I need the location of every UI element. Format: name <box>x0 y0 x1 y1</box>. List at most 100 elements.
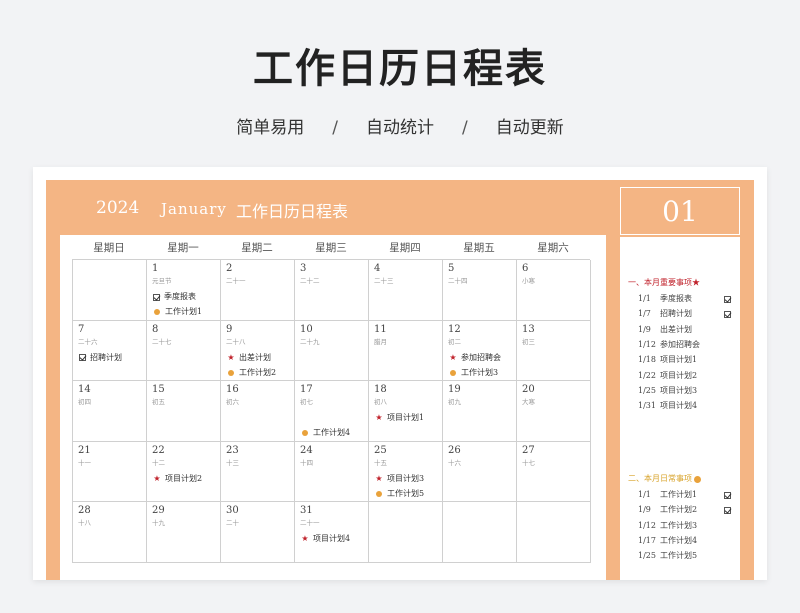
task-item[interactable]: 1/7 招聘计划 <box>638 308 738 320</box>
calendar-day[interactable]: 11 腊月 <box>369 320 443 381</box>
weekday-label: 星期日 <box>93 242 125 254</box>
day-number: 16 <box>226 384 239 395</box>
calendar-day[interactable]: 16 初六 <box>221 381 295 442</box>
calendar-day[interactable] <box>443 502 517 563</box>
calendar-day[interactable]: 6 小寒 <box>517 260 591 321</box>
calendar-day[interactable]: 27 十七 <box>517 441 591 502</box>
calendar-event[interactable]: ★ 项目计划4 <box>300 532 350 546</box>
subtitle-separator: / <box>332 118 338 138</box>
task-item[interactable]: 1/25 项目计划3 <box>638 385 738 397</box>
calendar-day[interactable]: 26 十六 <box>443 441 517 502</box>
calendar-day[interactable]: 3 二十二 <box>295 260 369 321</box>
calendar-event[interactable]: 招聘计划 <box>78 351 122 365</box>
task-item[interactable]: 1/12 参加招聘会 <box>638 339 738 351</box>
checkbox-icon <box>153 293 160 301</box>
calendar-event[interactable]: 季度报表 <box>152 290 196 304</box>
checkbox-icon[interactable] <box>724 492 731 499</box>
calendar-day[interactable]: 24 十四 <box>295 441 369 502</box>
day-number: 19 <box>448 384 461 395</box>
calendar-day[interactable]: 31 二十一 ★ 项目计划4 <box>295 502 369 563</box>
calendar-event[interactable]: ★ 项目计划2 <box>152 472 202 486</box>
calendar-event[interactable]: 工作计划5 <box>374 487 424 501</box>
calendar-day[interactable]: 2 二十一 <box>221 260 295 321</box>
calendar-event[interactable]: 工作计划2 <box>226 366 276 380</box>
star-icon: ★ <box>449 352 457 362</box>
calendar-event[interactable]: ★ 项目计划1 <box>374 411 424 425</box>
calendar-day[interactable]: 12 初二 ★ 参加招聘会 工作计划3 <box>443 320 517 381</box>
calendar-day[interactable]: 13 初三 <box>517 320 591 381</box>
calendar-day[interactable]: 18 初八 ★ 项目计划1 <box>369 381 443 442</box>
calendar-day[interactable]: 15 初五 <box>147 381 221 442</box>
task-date: 1/22 <box>638 370 656 380</box>
calendar-year: 2024 <box>96 198 140 218</box>
calendar-day[interactable] <box>369 502 443 563</box>
calendar-day[interactable]: 9 二十八 ★ 出差计划 工作计划2 <box>221 320 295 381</box>
calendar-event[interactable]: ★ 参加招聘会 <box>448 351 501 365</box>
calendar-day[interactable]: 23 十三 <box>221 441 295 502</box>
lunar-date: 二十二 <box>300 277 320 285</box>
lunar-date: 初六 <box>226 398 239 406</box>
task-item[interactable]: 1/1 工作计划1 <box>638 489 738 501</box>
weekday-label: 星期四 <box>389 242 421 254</box>
lunar-date: 二十七 <box>152 337 172 346</box>
calendar-day[interactable]: 10 二十九 <box>295 320 369 381</box>
calendar-day[interactable]: 14 初四 <box>73 381 147 442</box>
calendar-day[interactable]: 8 二十七 <box>147 320 221 381</box>
task-date: 1/31 <box>638 401 656 411</box>
calendar-day[interactable]: 30 二十 <box>221 502 295 563</box>
checkbox-icon[interactable] <box>724 296 731 303</box>
calendar-day[interactable]: 1 元旦节 季度报表 工作计划1 <box>147 260 221 321</box>
calendar-day[interactable] <box>73 260 147 321</box>
calendar-day[interactable]: 21 十一 <box>73 441 147 502</box>
calendar-day[interactable]: 22 十二 ★ 项目计划2 <box>147 441 221 502</box>
calendar-day[interactable]: 28 十八 <box>73 502 147 563</box>
event-label: 参加招聘会 <box>461 352 501 362</box>
star-icon: ★ <box>375 413 383 422</box>
day-number: 20 <box>522 384 535 395</box>
task-date: 1/1 <box>638 294 651 303</box>
task-item[interactable]: 1/18 项目计划1 <box>638 354 738 366</box>
calendar-day[interactable]: 4 二十三 <box>369 260 443 321</box>
event-label: 招聘计划 <box>90 352 122 362</box>
task-item[interactable]: 1/25 工作计划5 <box>638 550 738 562</box>
month-number: 01 <box>620 187 740 235</box>
task-item[interactable]: 1/9 工作计划2 <box>638 504 738 516</box>
star-icon: ★ <box>227 352 235 362</box>
day-number: 3 <box>300 263 307 274</box>
calendar-event[interactable]: 工作计划3 <box>448 366 498 380</box>
task-item[interactable]: 1/1 季度报表 <box>638 293 738 305</box>
calendar-day[interactable] <box>517 502 591 563</box>
daily-title: 二、本月日常事项 <box>628 473 701 485</box>
lunar-date: 十五 <box>374 458 387 467</box>
calendar-event[interactable]: 工作计划4 <box>300 426 350 440</box>
lunar-date: 二十九 <box>300 337 320 346</box>
calendar-event[interactable]: ★ 出差计划 <box>226 351 271 365</box>
calendar-day[interactable]: 7 二十六 招聘计划 <box>73 320 147 381</box>
checkbox-icon[interactable] <box>724 507 731 515</box>
day-number: 17 <box>300 384 313 395</box>
weekday-label: 星期一 <box>167 242 199 254</box>
day-number: 26 <box>448 444 461 456</box>
task-item[interactable]: 1/12 工作计划3 <box>638 520 738 532</box>
task-item[interactable]: 1/9 出差计划 <box>638 324 738 336</box>
calendar-day[interactable]: 20 大寒 <box>517 381 591 442</box>
calendar-day[interactable]: 17 初七 工作计划4 <box>295 381 369 442</box>
side-panel: 01 一、本月重要事项★ 二、本月日常事项 1/1 季度报表 1/7 招聘计划 1/9 出… <box>620 187 740 580</box>
day-number: 25 <box>374 444 387 456</box>
calendar-month: January <box>161 200 227 218</box>
calendar-day[interactable]: 29 十九 <box>147 502 221 563</box>
task-label: 季度报表 <box>660 294 692 303</box>
checkbox-icon[interactable] <box>724 311 731 319</box>
task-date: 1/25 <box>638 385 656 395</box>
calendar-day[interactable]: 19 初九 <box>443 381 517 442</box>
calendar-day[interactable]: 5 二十四 <box>443 260 517 321</box>
calendar-event[interactable]: 工作计划1 <box>152 305 202 319</box>
calendar-day[interactable]: 25 十五 ★ 项目计划3 工作计划5 <box>369 441 443 502</box>
task-item[interactable]: 1/31 项目计划4 <box>638 400 738 412</box>
task-label: 项目计划1 <box>660 355 698 365</box>
task-date: 1/12 <box>638 339 656 349</box>
task-item[interactable]: 1/17 工作计划4 <box>638 535 738 547</box>
calendar-event[interactable]: ★ 项目计划3 <box>374 472 424 486</box>
lunar-date: 二十八 <box>226 337 246 346</box>
task-item[interactable]: 1/22 项目计划2 <box>638 370 738 382</box>
